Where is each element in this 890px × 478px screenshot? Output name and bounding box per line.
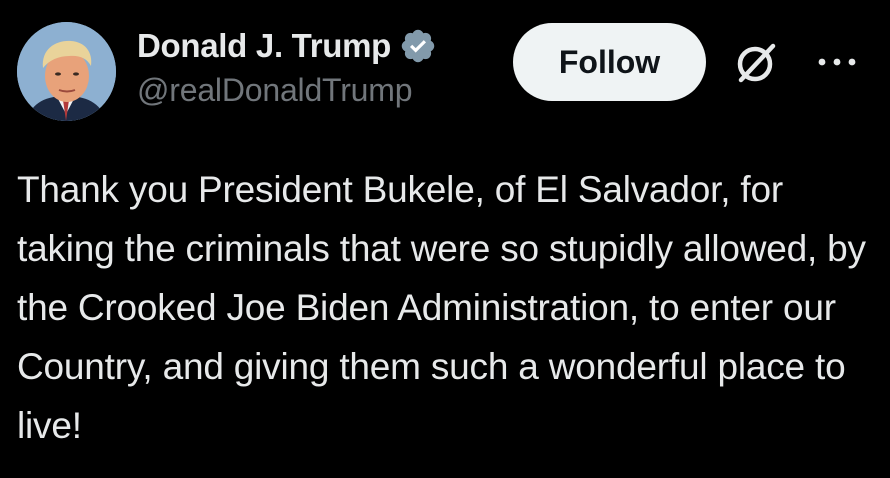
display-name[interactable]: Donald J. Trump (137, 27, 391, 65)
avatar-image (17, 22, 116, 121)
avatar[interactable] (17, 22, 116, 121)
user-handle[interactable]: @realDonaldTrump (137, 72, 437, 109)
more-options-icon[interactable] (815, 52, 859, 72)
tweet-text: Thank you President Bukele, of El Salvad… (17, 169, 866, 446)
follow-button[interactable]: Follow (513, 23, 706, 101)
tweet: Donald J. Trump @realDonaldTrump Follow … (0, 0, 890, 478)
grok-icon[interactable] (733, 40, 779, 86)
verified-badge-icon[interactable] (399, 27, 437, 65)
name-row: Donald J. Trump (137, 26, 437, 66)
author-info: Donald J. Trump @realDonaldTrump (137, 26, 437, 109)
